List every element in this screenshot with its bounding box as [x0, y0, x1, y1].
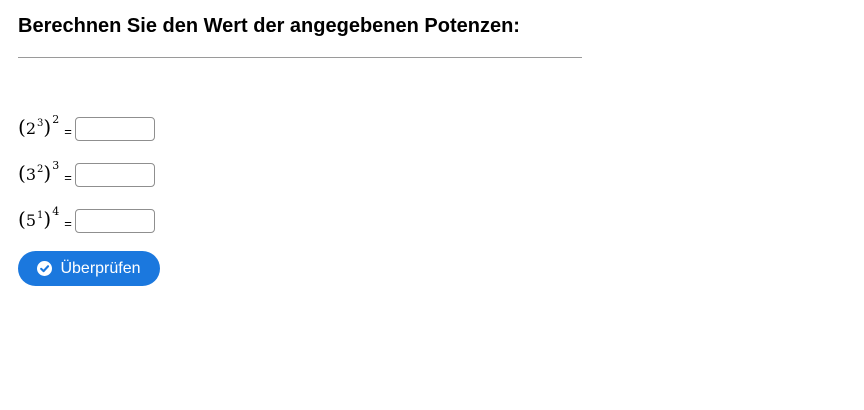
close-paren: ): [43, 160, 52, 185]
title-divider: [18, 57, 582, 58]
base: 5: [25, 210, 36, 230]
close-paren: ): [43, 206, 52, 231]
outer-exponent: 4: [52, 204, 60, 218]
exercise-row: ( 5 1 ) 4 =: [18, 205, 155, 237]
inner-exponent: 1: [37, 209, 44, 221]
page-title: Berechnen Sie den Wert der angegebenen P…: [18, 15, 520, 37]
power-expression: ( 2 3 ) 2: [18, 113, 59, 145]
base: 2: [25, 118, 36, 138]
equals-sign: =: [64, 123, 72, 139]
open-paren: (: [18, 114, 26, 139]
exercise-row: ( 2 3 ) 2 =: [18, 113, 155, 145]
check-button-label: Überprüfen: [60, 259, 141, 277]
answer-input[interactable]: [74, 163, 155, 187]
inner-exponent: 2: [37, 163, 44, 175]
open-paren: (: [18, 160, 26, 185]
exercise-row: ( 3 2 ) 3 =: [18, 159, 155, 191]
outer-exponent: 3: [52, 158, 60, 172]
check-circle-icon: [37, 261, 53, 276]
equals-sign: =: [64, 169, 72, 185]
power-expression: ( 5 1 ) 4: [18, 205, 59, 237]
check-button[interactable]: Überprüfen: [18, 251, 160, 286]
answer-input[interactable]: [74, 117, 155, 141]
equals-sign: =: [64, 215, 72, 231]
open-paren: (: [18, 206, 26, 231]
close-paren: ): [43, 114, 52, 139]
base: 3: [25, 164, 36, 184]
answer-input[interactable]: [74, 209, 155, 233]
inner-exponent: 3: [37, 117, 44, 129]
outer-exponent: 2: [52, 112, 60, 126]
power-expression: ( 3 2 ) 3: [18, 159, 59, 191]
